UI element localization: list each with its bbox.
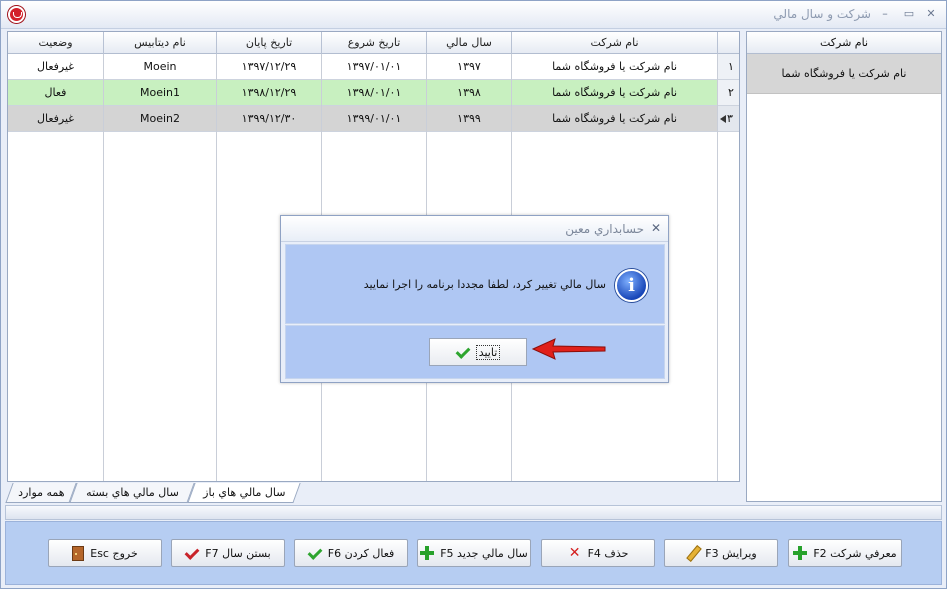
- column-header-database[interactable]: نام دیتابیس: [103, 32, 216, 54]
- cell-start-date: ۱۳۹۹/۰۱/۰۱: [321, 106, 426, 131]
- dialog-title: حسابداري معين: [565, 222, 644, 236]
- tab-all-label: همه موارد: [17, 486, 65, 499]
- delete-x-icon: ✕: [568, 545, 581, 561]
- cell-status: فعال: [44, 86, 67, 99]
- close-button[interactable]: ✕: [923, 6, 939, 22]
- column-header-status[interactable]: وضعیت: [8, 32, 103, 54]
- cell-start-date: ۱۳۹۷/۰۱/۰۱: [321, 54, 426, 79]
- grid-header: وضعیت نام دیتابیس تاریخ پایان تاریخ شروع…: [8, 32, 739, 54]
- tab-closed-years[interactable]: سال مالي هاي بسته: [69, 483, 195, 503]
- activate-button[interactable]: فعال کردن F6: [294, 539, 408, 567]
- title-bar[interactable]: – ▭ ✕ شرکت و سال مالي: [1, 1, 946, 29]
- dialog-close-icon[interactable]: ✕: [651, 221, 661, 235]
- plus-icon: [420, 546, 435, 560]
- row-index[interactable]: ۱: [717, 54, 739, 79]
- table-row[interactable]: غیرفعال Moein ۱۳۹۷/۱۲/۲۹ ۱۳۹۷/۰۱/۰۱ ۱۳۹۷…: [8, 54, 739, 80]
- close-year-label: بستن سال F7: [205, 546, 271, 560]
- dialog-body: i سال مالي تغيير کرد، لطفا مجددا برنامه …: [285, 244, 665, 324]
- cell-database: Moein1: [103, 80, 216, 105]
- column-header-index: [717, 32, 739, 54]
- column-header-start-date[interactable]: تاریخ شروع: [321, 32, 426, 54]
- confirm-button[interactable]: تایید: [429, 338, 527, 366]
- red-arrow-icon: [531, 338, 606, 360]
- cell-end-date: ۱۳۹۸/۱۲/۲۹: [216, 80, 321, 105]
- dialog-title-bar[interactable]: حسابداري معين ✕: [281, 216, 668, 242]
- table-row[interactable]: فعال Moein1 ۱۳۹۸/۱۲/۲۹ ۱۳۹۸/۰۱/۰۱ ۱۳۹۸ ن…: [8, 80, 739, 106]
- exit-button[interactable]: خروج Esc: [48, 539, 162, 567]
- column-header-company[interactable]: نام شرکت: [511, 32, 717, 54]
- column-divider: [717, 54, 718, 481]
- activate-label: فعال کردن F6: [327, 546, 395, 560]
- cell-fiscal-year: ۱۳۹۸: [426, 80, 511, 105]
- dialog-message: سال مالي تغيير کرد، لطفا مجددا برنامه را…: [363, 278, 606, 291]
- delete-label: حذف F4: [587, 546, 629, 560]
- row-index-selected[interactable]: ۳: [717, 106, 739, 131]
- check-icon: [456, 345, 470, 359]
- tab-open-years-label: سال مالي هاي باز: [203, 486, 286, 499]
- tab-all[interactable]: همه موارد: [5, 483, 77, 503]
- minimize-button[interactable]: –: [877, 6, 893, 22]
- fiscal-year-tabs: سال مالي هاي باز سال مالي هاي بسته همه م…: [5, 483, 740, 503]
- cell-database: Moein: [103, 54, 216, 79]
- window-title: شرکت و سال مالي: [773, 7, 871, 21]
- message-dialog: حسابداري معين ✕ i سال مالي تغيير کرد، لط…: [280, 215, 669, 383]
- new-fiscal-year-label: سال مالي جدید F5: [440, 546, 528, 560]
- cell-company: نام شرکت یا فروشگاه شما: [511, 80, 717, 105]
- company-panel-header: نام شرکت: [747, 32, 941, 54]
- row-index-text: ۳: [727, 112, 733, 125]
- cell-database: Moein2: [103, 106, 216, 131]
- bottom-toolbar: معرفي شرکت F2 ویرایش F3 حذف F4 ✕ سال مال…: [5, 521, 942, 585]
- tab-open-years[interactable]: سال مالي هاي باز: [187, 483, 301, 503]
- status-strip: [5, 505, 942, 520]
- column-divider: [103, 54, 104, 481]
- cell-fiscal-year: ۱۳۹۹: [426, 106, 511, 131]
- exit-label: خروج Esc: [90, 546, 138, 560]
- confirm-label: تایید: [475, 344, 501, 360]
- company-panel: نام شرکت نام شرکت یا فروشگاه شما: [746, 31, 942, 502]
- column-header-fiscal-year[interactable]: سال مالي: [426, 32, 511, 54]
- row-index[interactable]: ۲: [717, 80, 739, 105]
- introduce-company-label: معرفي شرکت F2: [813, 546, 897, 560]
- app-logo-icon: [8, 6, 25, 23]
- column-divider: [216, 54, 217, 481]
- edit-label: ویرایش F3: [705, 546, 757, 560]
- main-window: – ▭ ✕ شرکت و سال مالي وضعیت نام دیتابیس …: [0, 0, 947, 589]
- cell-end-date: ۱۳۹۹/۱۲/۳۰: [216, 106, 321, 131]
- door-icon: [72, 545, 85, 561]
- cell-start-date: ۱۳۹۸/۰۱/۰۱: [321, 80, 426, 105]
- new-fiscal-year-button[interactable]: سال مالي جدید F5: [417, 539, 531, 567]
- maximize-button[interactable]: ▭: [901, 6, 917, 22]
- row-pointer-icon: [720, 115, 726, 123]
- tab-closed-years-label: سال مالي هاي بسته: [85, 486, 179, 499]
- cell-company: نام شرکت یا فروشگاه شما: [511, 106, 717, 131]
- delete-button[interactable]: حذف F4 ✕: [541, 539, 655, 567]
- red-check-icon: [185, 546, 199, 560]
- info-icon: i: [615, 269, 648, 302]
- pencil-icon: [685, 546, 699, 560]
- check-icon: [308, 546, 322, 560]
- cell-fiscal-year: ۱۳۹۷: [426, 54, 511, 79]
- edit-button[interactable]: ویرایش F3: [664, 539, 778, 567]
- column-header-end-date[interactable]: تاریخ پایان: [216, 32, 321, 54]
- close-year-button[interactable]: بستن سال F7: [171, 539, 285, 567]
- table-row[interactable]: غیرفعال Moein2 ۱۳۹۹/۱۲/۳۰ ۱۳۹۹/۰۱/۰۱ ۱۳۹…: [8, 106, 739, 132]
- cell-end-date: ۱۳۹۷/۱۲/۲۹: [216, 54, 321, 79]
- company-list-item[interactable]: نام شرکت یا فروشگاه شما: [747, 54, 941, 94]
- introduce-company-button[interactable]: معرفي شرکت F2: [788, 539, 902, 567]
- cell-status: غیرفعال: [36, 112, 75, 125]
- cell-status: غیرفعال: [36, 60, 75, 73]
- dialog-footer: تایید: [285, 325, 665, 379]
- plus-icon: [793, 546, 808, 560]
- cell-company: نام شرکت یا فروشگاه شما: [511, 54, 717, 79]
